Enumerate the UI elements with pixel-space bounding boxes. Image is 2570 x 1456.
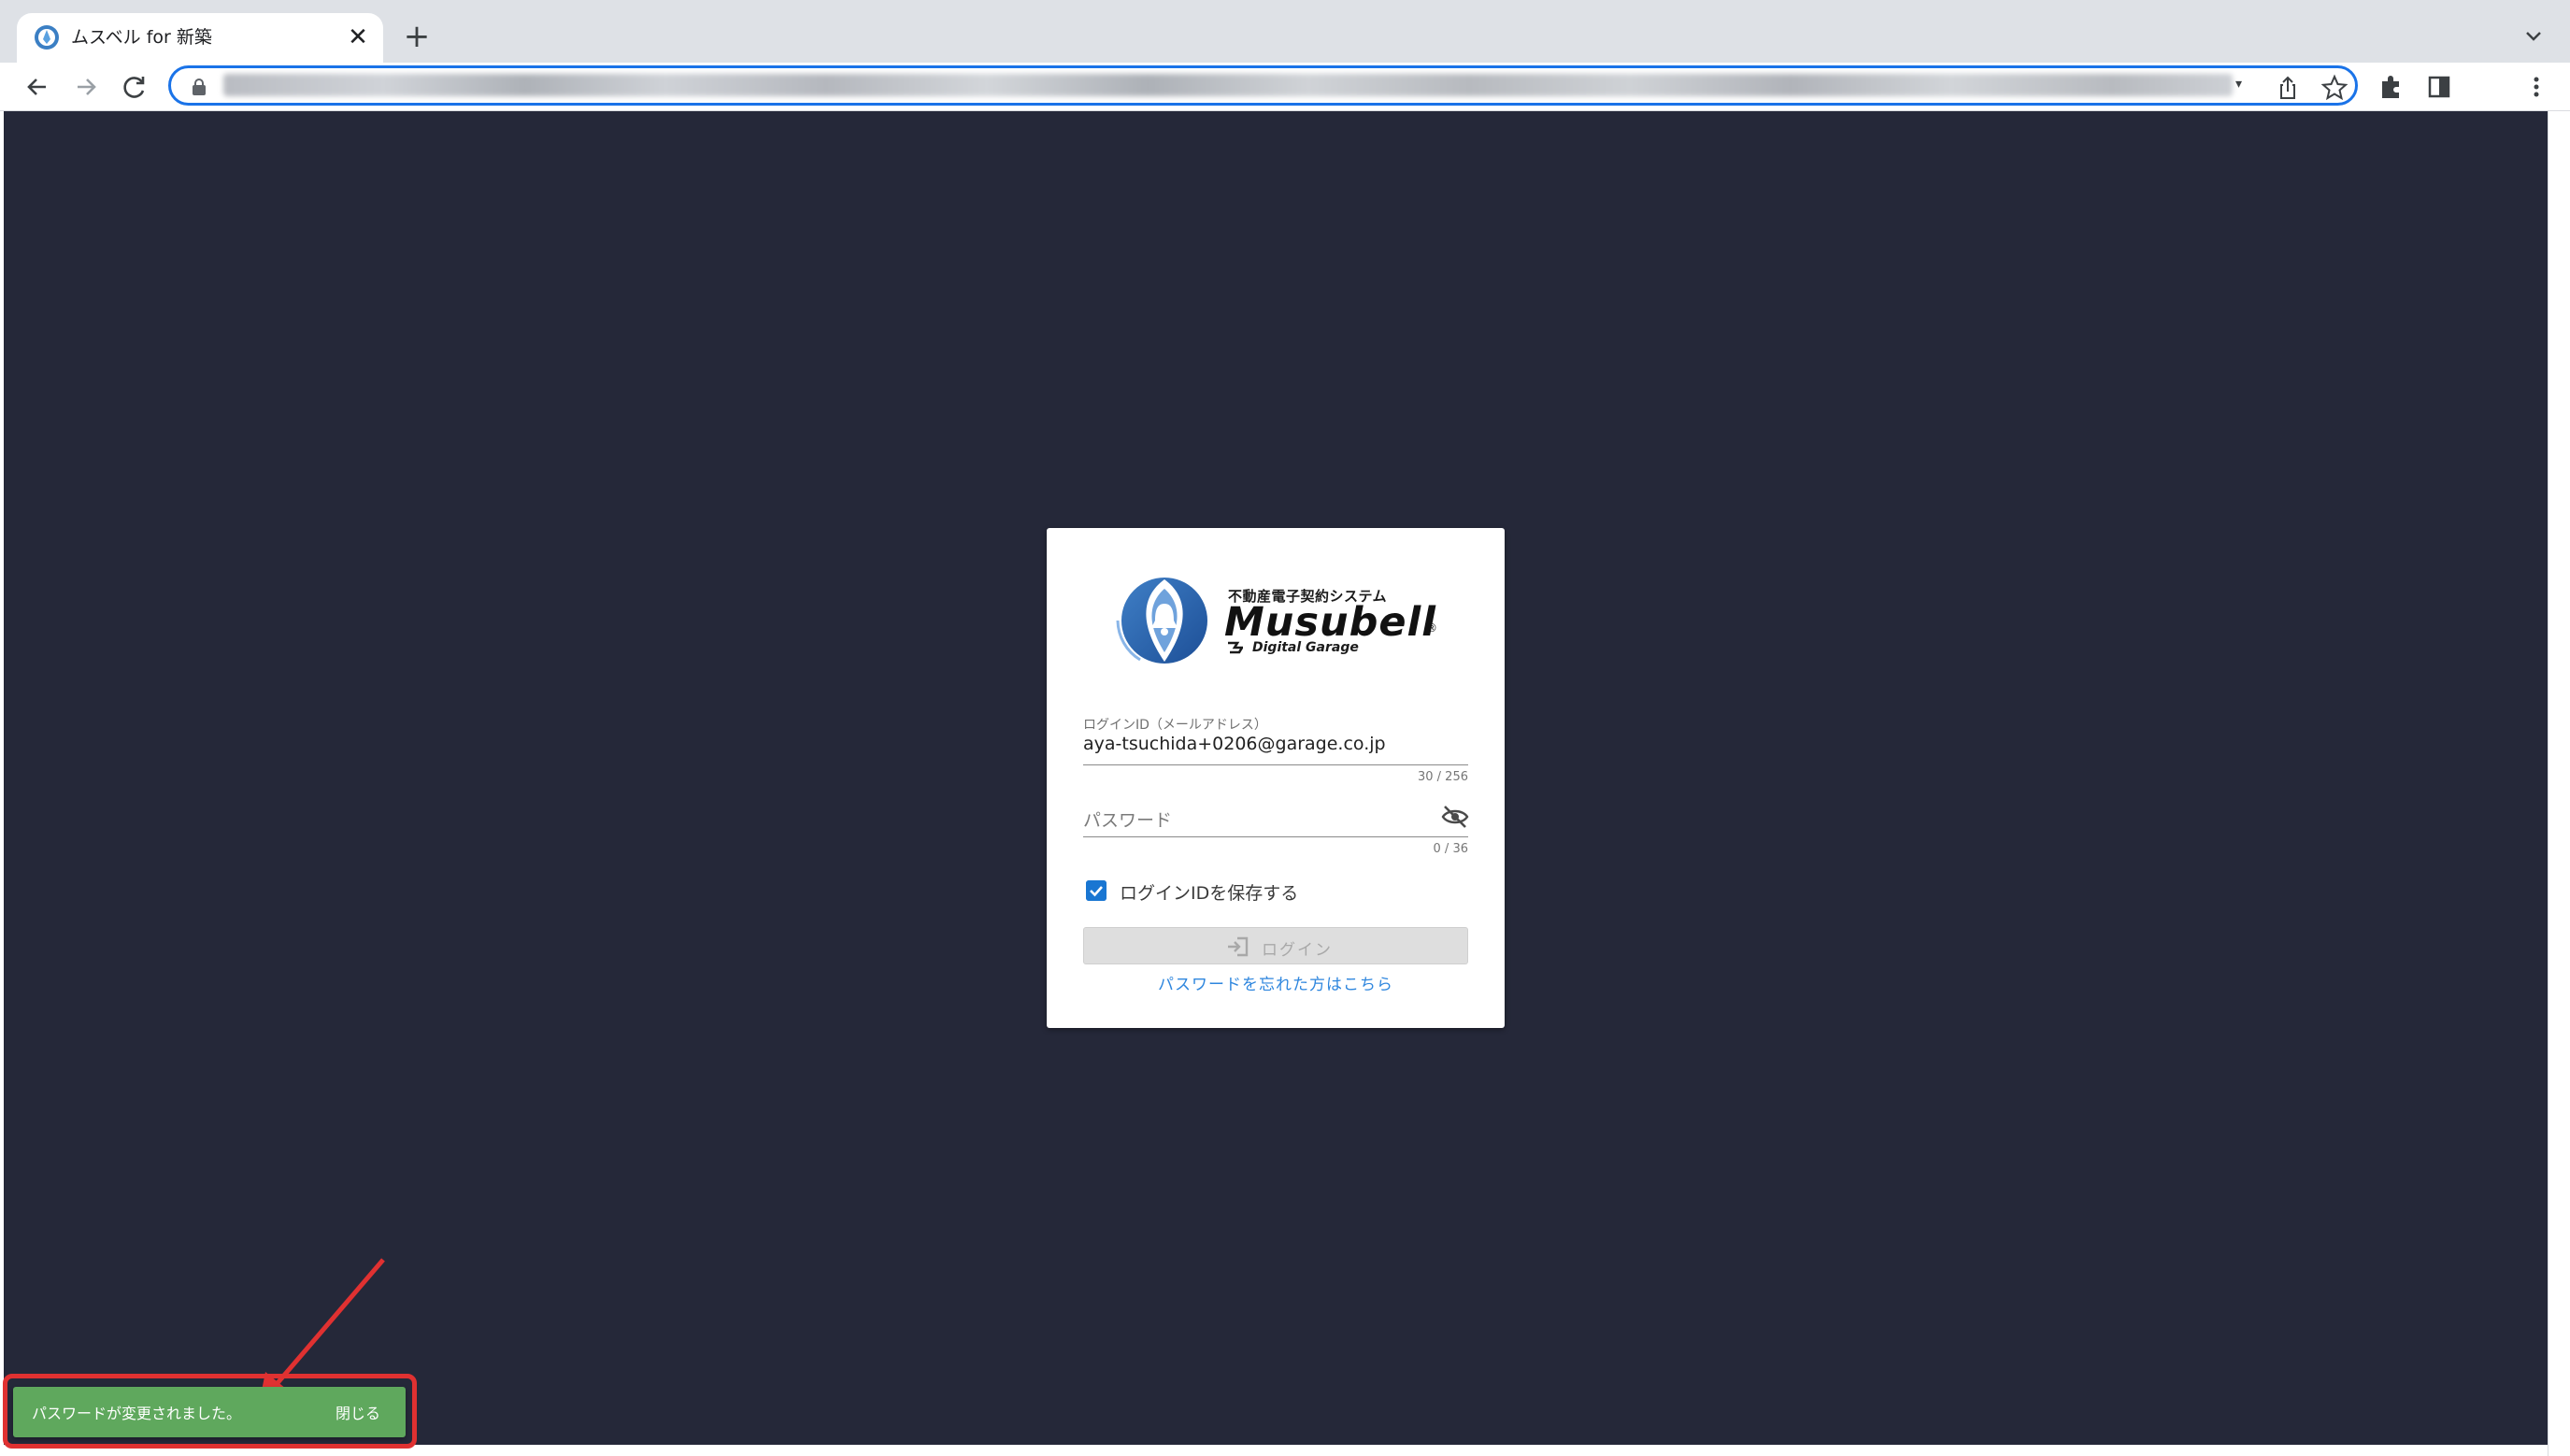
back-icon[interactable] [21,70,54,104]
snackbar-message: パスワードが変更されました。 [32,1405,242,1422]
login-id-label: ログインID（メールアドレス） [1083,718,1267,733]
share-icon[interactable] [2274,74,2302,102]
chevron-down-icon[interactable]: ▾ [2235,77,2242,92]
password-input[interactable]: パスワード [1083,807,1172,832]
lock-icon[interactable] [192,79,207,95]
browser-window: ムスベル for 新築 ✕ + ▾ 不動産電子契約システム Musubell ®… [0,0,2570,1456]
remember-id-checkbox[interactable] [1086,880,1107,901]
login-icon [1228,936,1249,957]
reload-icon[interactable] [118,70,151,104]
side-panel-icon[interactable] [2422,70,2456,104]
password-counter: 0 / 36 [1433,842,1468,856]
url-text-blurred [223,74,2233,96]
tab-strip: ムスベル for 新築 ✕ + [0,0,2570,63]
scrollbar-track[interactable] [2548,111,2570,1456]
browser-toolbar: ▾ [0,63,2570,111]
favicon-icon [35,25,59,50]
remember-id-label[interactable]: ログインIDを保存する [1120,879,1298,905]
login-id-underline [1083,764,1468,765]
tab-search-icon[interactable] [2519,22,2549,50]
registered-mark: ® [1426,621,1437,635]
browser-tab[interactable]: ムスベル for 新築 ✕ [17,13,383,63]
digital-garage-logo-icon [1228,641,1244,654]
menu-icon[interactable] [2520,70,2553,104]
forward-icon[interactable] [69,70,103,104]
password-underline [1083,836,1468,837]
login-button-label: ログイン [1262,941,1333,960]
extensions-icon[interactable] [2374,70,2407,104]
forgot-password-link[interactable]: パスワードを忘れた方はこちら [1047,971,1505,994]
login-button[interactable]: ログイン [1083,927,1468,964]
address-bar[interactable]: ▾ [168,65,2358,106]
login-card: 不動産電子契約システム Musubell ® Digital Garage ログ… [1047,528,1505,1028]
close-icon[interactable]: ✕ [344,23,372,51]
eye-off-icon[interactable] [1441,805,1469,829]
company-name: Digital Garage [1252,640,1359,655]
logo-wordmark: Musubell [1224,599,1437,646]
plus-icon[interactable]: + [398,19,435,56]
snackbar-close-button[interactable]: 閉じる [336,1401,380,1423]
login-id-counter: 30 / 256 [1418,770,1468,784]
star-icon[interactable] [2320,74,2349,102]
musubell-logo-icon [1116,578,1207,664]
login-id-input[interactable]: aya-tsuchida+0206@garage.co.jp [1083,734,1386,754]
tab-title: ムスベル for 新築 [71,27,212,48]
snackbar: パスワードが変更されました。 閉じる [13,1387,406,1437]
